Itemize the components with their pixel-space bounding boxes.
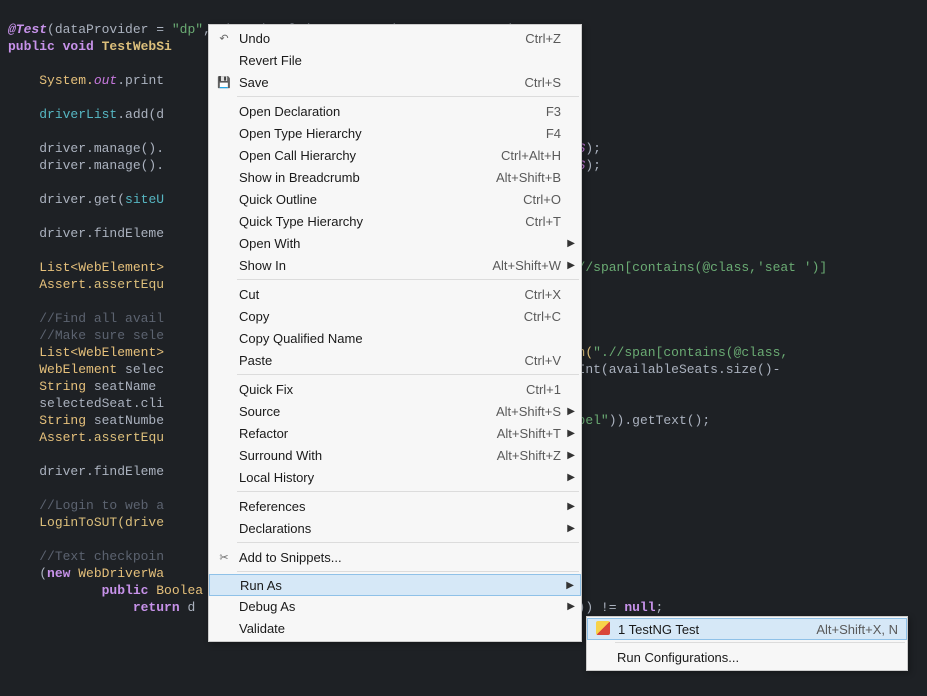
submenu-arrow-icon: ▶ xyxy=(563,406,575,417)
menu-add-to-snippets[interactable]: ✂Add to Snippets... xyxy=(209,546,581,568)
snippets-icon: ✂ xyxy=(213,551,235,564)
submenu-run-configurations[interactable]: Run Configurations... xyxy=(587,646,907,668)
menu-undo[interactable]: ↶UndoCtrl+Z xyxy=(209,27,581,49)
menu-debug-as[interactable]: Debug As▶ xyxy=(209,595,581,617)
menu-references[interactable]: References▶ xyxy=(209,495,581,517)
menu-surround-with[interactable]: Surround WithAlt+Shift+Z▶ xyxy=(209,444,581,466)
submenu-arrow-icon: ▶ xyxy=(563,601,575,612)
run-as-submenu: 1 TestNG Test Alt+Shift+X, N Run Configu… xyxy=(586,616,908,671)
menu-separator xyxy=(237,96,579,97)
submenu-arrow-icon: ▶ xyxy=(563,450,575,461)
submenu-arrow-icon: ▶ xyxy=(563,428,575,439)
menu-paste[interactable]: PasteCtrl+V xyxy=(209,349,581,371)
menu-refactor[interactable]: RefactorAlt+Shift+T▶ xyxy=(209,422,581,444)
save-icon: 💾 xyxy=(213,76,235,89)
menu-open-declaration[interactable]: Open DeclarationF3 xyxy=(209,100,581,122)
menu-source[interactable]: SourceAlt+Shift+S▶ xyxy=(209,400,581,422)
menu-quick-type-hierarchy[interactable]: Quick Type HierarchyCtrl+T xyxy=(209,210,581,232)
editor-context-menu: ↶UndoCtrl+Z Revert File 💾SaveCtrl+S Open… xyxy=(208,24,582,642)
menu-show-in[interactable]: Show InAlt+Shift+W▶ xyxy=(209,254,581,276)
menu-revert-file[interactable]: Revert File xyxy=(209,49,581,71)
annotation: @Test xyxy=(8,22,47,37)
submenu-testng-test[interactable]: 1 TestNG Test Alt+Shift+X, N xyxy=(587,618,907,640)
menu-open-with[interactable]: Open With▶ xyxy=(209,232,581,254)
menu-declarations[interactable]: Declarations▶ xyxy=(209,517,581,539)
menu-save[interactable]: 💾SaveCtrl+S xyxy=(209,71,581,93)
submenu-arrow-icon: ▶ xyxy=(563,238,575,249)
menu-open-call-hierarchy[interactable]: Open Call HierarchyCtrl+Alt+H xyxy=(209,144,581,166)
testng-icon xyxy=(592,621,614,638)
submenu-arrow-icon: ▶ xyxy=(563,523,575,534)
menu-separator xyxy=(237,279,579,280)
submenu-arrow-icon: ▶ xyxy=(563,472,575,483)
menu-validate[interactable]: Validate xyxy=(209,617,581,639)
menu-quick-outline[interactable]: Quick OutlineCtrl+O xyxy=(209,188,581,210)
undo-icon: ↶ xyxy=(213,32,235,45)
submenu-arrow-icon: ▶ xyxy=(563,501,575,512)
menu-cut[interactable]: CutCtrl+X xyxy=(209,283,581,305)
menu-separator xyxy=(615,642,905,643)
menu-local-history[interactable]: Local History▶ xyxy=(209,466,581,488)
menu-copy[interactable]: CopyCtrl+C xyxy=(209,305,581,327)
menu-copy-qualified-name[interactable]: Copy Qualified Name xyxy=(209,327,581,349)
menu-show-in-breadcrumb[interactable]: Show in BreadcrumbAlt+Shift+B xyxy=(209,166,581,188)
menu-separator xyxy=(237,542,579,543)
menu-separator xyxy=(237,374,579,375)
menu-separator xyxy=(237,571,579,572)
menu-run-as[interactable]: Run As▶ xyxy=(209,574,581,596)
menu-open-type-hierarchy[interactable]: Open Type HierarchyF4 xyxy=(209,122,581,144)
menu-separator xyxy=(237,491,579,492)
menu-quick-fix[interactable]: Quick FixCtrl+1 xyxy=(209,378,581,400)
submenu-arrow-icon: ▶ xyxy=(562,580,574,591)
submenu-arrow-icon: ▶ xyxy=(563,260,575,271)
